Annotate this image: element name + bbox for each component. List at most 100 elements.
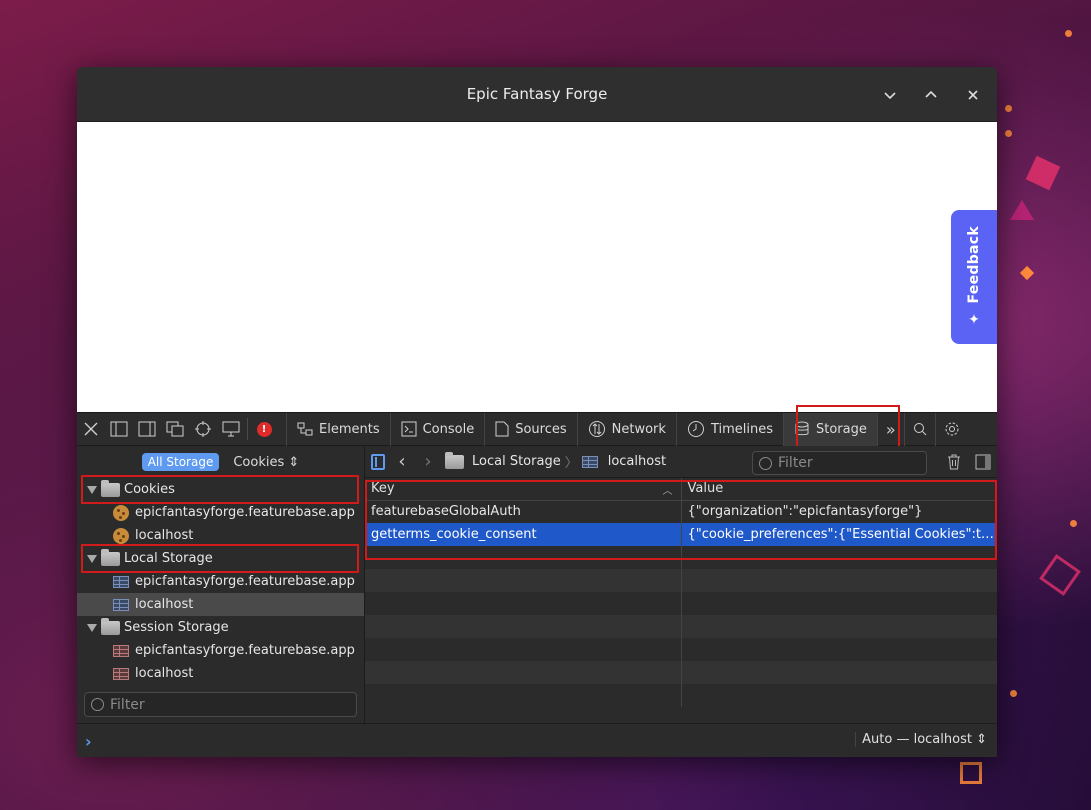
filter-placeholder: Filter	[110, 696, 145, 713]
tab-sources[interactable]: Sources	[484, 412, 576, 446]
table-row[interactable]: getterms_cookie_consent {"cookie_prefere…	[365, 523, 997, 546]
search-button[interactable]	[903, 412, 935, 446]
tab-storage[interactable]: Storage	[783, 412, 877, 446]
tree-item-session-featurebase[interactable]: epicfantasyforge.featurebase.app	[77, 639, 364, 662]
all-storage-filter[interactable]: All Storage	[141, 453, 220, 471]
breadcrumb-parent[interactable]: Local Storage	[472, 454, 561, 469]
filter-icon	[91, 698, 104, 711]
console-prompt-bar[interactable]: › Auto — localhost ⇕	[77, 723, 997, 757]
disclosure-triangle-icon[interactable]	[87, 554, 97, 563]
console-prompt[interactable]: ›	[85, 732, 92, 751]
web-content: Feedback ✦	[77, 122, 997, 412]
minimize-button[interactable]	[879, 84, 901, 106]
table-icon	[113, 598, 129, 611]
tree-item-label: epicfantasyforge.featurebase.app	[135, 574, 355, 589]
toggle-sidebar-icon[interactable]	[371, 453, 385, 470]
gear-icon	[945, 422, 959, 436]
forward-button[interactable]: ›	[419, 451, 437, 472]
chevron-double-right-icon: »	[885, 419, 896, 439]
disclosure-triangle-icon[interactable]	[87, 623, 97, 632]
device-settings-button[interactable]	[217, 414, 245, 444]
breadcrumb-separator: 〉	[564, 456, 578, 471]
tree-item-label: localhost	[135, 666, 194, 681]
table-row[interactable]: featurebaseGlobalAuth {"organization":"e…	[365, 500, 997, 523]
inspect-element-button[interactable]	[189, 414, 217, 444]
storage-type-select[interactable]: Cookies ⇕	[233, 455, 299, 470]
key-cell[interactable]: featurebaseGlobalAuth	[365, 500, 682, 523]
tree-item-cookie-localhost[interactable]: localhost	[77, 524, 364, 547]
close-icon	[84, 422, 98, 436]
detach-window-icon	[166, 421, 184, 437]
tab-network[interactable]: Network	[576, 412, 676, 446]
storage-sidebar: All Storage Cookies ⇕ Cookies epicfantas…	[77, 446, 365, 723]
crosshair-icon	[195, 421, 211, 437]
tab-elements[interactable]: Elements	[286, 412, 390, 446]
background-shape	[1039, 554, 1081, 596]
toolbar-divider	[247, 418, 248, 440]
feedback-button[interactable]: Feedback ✦	[951, 210, 997, 344]
maximize-button[interactable]	[920, 84, 942, 106]
tree-item-label: epicfantasyforge.featurebase.app	[135, 505, 355, 520]
filter-placeholder: Filter	[778, 455, 813, 471]
tree-group-cookies[interactable]: Cookies	[77, 478, 364, 501]
tab-console[interactable]: Console	[389, 412, 485, 446]
empty-row	[365, 684, 997, 707]
disclosure-triangle-icon[interactable]	[87, 485, 97, 494]
sort-ascending-icon: ︿	[662, 486, 673, 497]
empty-row	[365, 592, 997, 615]
tree-group-label: Session Storage	[124, 620, 229, 635]
search-icon	[913, 423, 927, 436]
tree-group-local-storage[interactable]: Local Storage	[77, 547, 364, 570]
devtools-toolbar: ! Elements Console Sources Network Timel…	[77, 405, 997, 449]
tree-item-cookie-featurebase[interactable]: epicfantasyforge.featurebase.app	[77, 501, 364, 524]
trash-icon[interactable]	[947, 454, 961, 470]
breadcrumb-current[interactable]: localhost	[608, 454, 666, 469]
background-dot	[1005, 105, 1012, 112]
execution-context-select[interactable]: Auto — localhost ⇕	[855, 732, 987, 747]
dock-left-button[interactable]	[105, 414, 133, 444]
window-title: Epic Fantasy Forge	[466, 85, 608, 103]
column-header-key[interactable]: Key ︿	[365, 478, 682, 501]
column-header-value[interactable]: Value	[681, 478, 997, 501]
content-filter-input[interactable]: Filter	[752, 451, 927, 475]
tree-item-label: localhost	[135, 528, 194, 543]
storage-panel: All Storage Cookies ⇕ Cookies epicfantas…	[77, 446, 997, 723]
tab-label: Timelines	[710, 421, 773, 437]
dock-right-button[interactable]	[133, 414, 161, 444]
sidebar-filter-input[interactable]: Filter	[84, 692, 357, 717]
empty-row	[365, 638, 997, 661]
cookie-icon	[113, 504, 129, 521]
tab-timelines[interactable]: Timelines	[675, 412, 783, 446]
folder-icon	[101, 548, 120, 566]
app-window: Epic Fantasy Forge Feedback ✦ ! Elements…	[77, 67, 997, 757]
table-icon	[113, 667, 129, 680]
console-icon	[401, 421, 417, 437]
detach-button[interactable]	[161, 414, 189, 444]
value-cell[interactable]: {"organization":"epicfantasyforge"}	[681, 500, 997, 523]
settings-button[interactable]	[934, 412, 968, 446]
storage-type-label: Cookies	[233, 454, 285, 470]
tree-group-session-storage[interactable]: Session Storage	[77, 616, 364, 639]
sources-icon	[495, 421, 509, 437]
tree-item-local-localhost[interactable]: localhost	[77, 593, 364, 616]
tree-item-local-featurebase[interactable]: epicfantasyforge.featurebase.app	[77, 570, 364, 593]
tab-label: Storage	[816, 421, 867, 437]
background-dot	[1005, 130, 1012, 137]
chevron-down-icon	[884, 92, 896, 100]
empty-row	[365, 569, 997, 592]
back-button[interactable]: ‹	[393, 451, 411, 472]
chevron-up-icon	[925, 90, 937, 98]
empty-row	[365, 661, 997, 684]
close-window-button[interactable]	[962, 84, 984, 106]
error-indicator[interactable]: !	[250, 414, 278, 444]
elements-icon	[297, 421, 313, 437]
more-tabs-button[interactable]: »	[876, 412, 904, 446]
key-cell[interactable]: getterms_cookie_consent	[365, 523, 682, 546]
tree-item-label: epicfantasyforge.featurebase.app	[135, 643, 355, 658]
empty-row	[365, 546, 997, 569]
details-sidebar-icon[interactable]	[975, 454, 991, 470]
tab-label: Network	[611, 421, 666, 437]
tree-item-session-localhost[interactable]: localhost	[77, 662, 364, 685]
close-devtools-button[interactable]	[77, 414, 105, 444]
value-cell[interactable]: {"cookie_preferences":{"Essential Cookie…	[681, 523, 997, 546]
